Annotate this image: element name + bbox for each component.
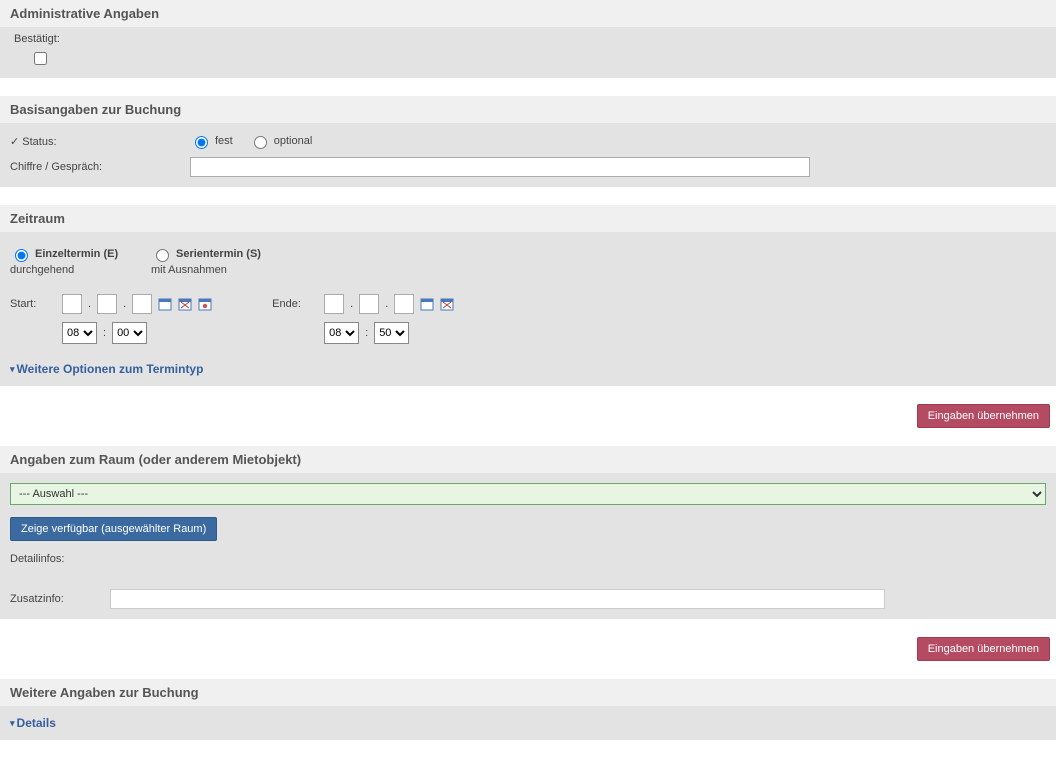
end-minute-select[interactable]: 50: [374, 322, 409, 344]
status-radio-fest[interactable]: [195, 136, 208, 149]
status-radio-optional[interactable]: [254, 136, 267, 149]
confirmed-checkbox[interactable]: [34, 52, 47, 65]
chevron-down-icon: ▾: [10, 718, 15, 729]
details-link[interactable]: ▾ Details: [10, 716, 56, 730]
termtype-single-label: Einzeltermin (E): [35, 248, 118, 260]
status-radio-optional-label: optional: [274, 135, 313, 147]
dot: .: [385, 298, 388, 310]
dot: .: [123, 298, 126, 310]
detailinfo-label: Detailinfos:: [10, 553, 1046, 565]
status-label: ✓ Status:: [10, 135, 190, 148]
dot: .: [88, 298, 91, 310]
chiffre-input[interactable]: [190, 157, 810, 177]
zusatzinfo-input[interactable]: [110, 589, 885, 609]
zusatzinfo-label: Zusatzinfo:: [10, 593, 100, 605]
start-month-input[interactable]: [97, 294, 117, 314]
section-heading-room: Angaben zum Raum (oder anderem Mietobjek…: [0, 446, 1056, 473]
details-link-label: Details: [17, 716, 56, 730]
section-body-basics: ✓ Status: fest optional Chiffre / Gesprä…: [0, 123, 1056, 187]
termtype-series-hint: mit Ausnahmen: [151, 264, 261, 276]
calendar-icon[interactable]: [158, 297, 172, 311]
section-heading-admin: Administrative Angaben: [0, 0, 1056, 27]
start-year-input[interactable]: [132, 294, 152, 314]
end-month-input[interactable]: [359, 294, 379, 314]
end-label: Ende:: [272, 298, 318, 310]
end-year-input[interactable]: [394, 294, 414, 314]
more-termtype-options-label: Weitere Optionen zum Termintyp: [17, 362, 204, 376]
calendar-icon[interactable]: [420, 297, 434, 311]
termtype-radio-series[interactable]: [156, 249, 169, 262]
section-body-room: --- Auswahl --- Zeige verfügbar (ausgewä…: [0, 473, 1056, 619]
start-label: Start:: [10, 298, 56, 310]
start-minute-select[interactable]: 00: [112, 322, 147, 344]
apply-button[interactable]: Eingaben übernehmen: [917, 404, 1050, 428]
date-clear-icon[interactable]: [440, 297, 454, 311]
section-heading-timerange: Zeitraum: [0, 205, 1056, 232]
colon: :: [365, 327, 368, 339]
chevron-down-icon: ▾: [10, 364, 15, 375]
section-heading-basics: Basisangaben zur Buchung: [0, 96, 1056, 123]
dot: .: [350, 298, 353, 310]
show-available-button[interactable]: Zeige verfügbar (ausgewählter Raum): [10, 517, 217, 541]
start-hour-select[interactable]: 08: [62, 322, 97, 344]
end-day-input[interactable]: [324, 294, 344, 314]
apply-button[interactable]: Eingaben übernehmen: [917, 637, 1050, 661]
section-body-further: ▾ Details: [0, 706, 1056, 740]
start-day-input[interactable]: [62, 294, 82, 314]
section-body-admin: Bestätigt:: [0, 27, 1056, 78]
termtype-single-hint: durchgehend: [10, 264, 135, 276]
more-termtype-options-link[interactable]: ▾ Weitere Optionen zum Termintyp: [10, 362, 203, 376]
date-today-icon[interactable]: [198, 297, 212, 311]
confirmed-label: Bestätigt:: [14, 33, 1046, 45]
room-select[interactable]: --- Auswahl ---: [10, 483, 1046, 505]
date-clear-icon[interactable]: [178, 297, 192, 311]
end-hour-select[interactable]: 08: [324, 322, 359, 344]
termtype-radio-single[interactable]: [15, 249, 28, 262]
section-heading-further: Weitere Angaben zur Buchung: [0, 679, 1056, 706]
termtype-series-label: Serientermin (S): [176, 248, 261, 260]
status-radio-fest-label: fest: [215, 135, 233, 147]
colon: :: [103, 327, 106, 339]
chiffre-label: Chiffre / Gespräch:: [10, 161, 190, 173]
section-body-timerange: Einzeltermin (E) durchgehend Serientermi…: [0, 232, 1056, 386]
